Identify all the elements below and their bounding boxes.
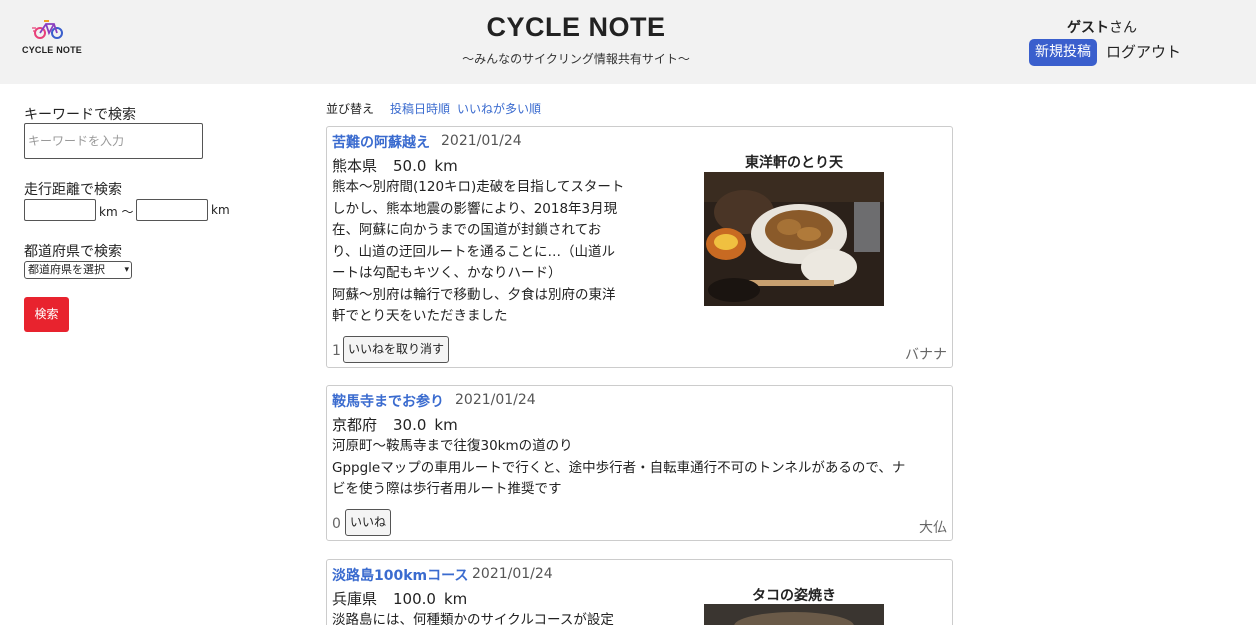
prefecture-search-label: 都道府県で検索 (24, 244, 122, 260)
post-title-link[interactable]: 淡路島100kmコース (332, 565, 468, 585)
search-button[interactable]: 検索 (24, 297, 69, 332)
post-card: 苦難の阿蘇越え 2021/01/24 熊本県 50.0 km 熊本〜別府間(120キ… (326, 126, 953, 368)
guest-name: ゲスト (1067, 20, 1109, 36)
post-photo (704, 172, 884, 306)
post-distance-unit: km (434, 416, 458, 434)
post-author[interactable]: 大仏 (919, 517, 947, 537)
post-distance: 50.0 (393, 157, 427, 175)
keyword-search-label: キーワードで検索 (24, 107, 136, 123)
post-meta: 熊本県 50.0 km (332, 155, 474, 176)
post-meta: 兵庫県 100.0 km (332, 588, 483, 609)
new-post-button[interactable]: 新規投稿 (1029, 39, 1097, 66)
post-prefecture: 京都府 (332, 416, 378, 434)
unlike-button[interactable]: いいねを取り消す (343, 336, 450, 363)
site-title: CYCLE NOTE (486, 12, 666, 42)
post-author[interactable]: バナナ (905, 344, 947, 364)
post-title-link[interactable]: 鞍馬寺までお参り (332, 391, 444, 411)
post-image-caption: タコの姿焼き (752, 588, 836, 604)
sort-by-likes-link[interactable]: いいねが多い順 (457, 100, 541, 117)
post-card: 鞍馬寺までお参り 2021/01/24 京都府 30.0 km 河原町〜鞍馬寺まで往… (326, 385, 953, 541)
guest-greeting: ゲストさん (1067, 17, 1137, 37)
post-date: 2021/01/24 (455, 392, 536, 408)
guest-suffix: さん (1109, 20, 1137, 36)
like-button[interactable]: いいね (345, 509, 392, 536)
chevron-down-icon: ▾ (124, 265, 129, 275)
logout-link[interactable]: ログアウト (1106, 39, 1181, 66)
site-header: CYCLE NOTE CYCLE NOTE 〜みんなのサイクリング情報共有サイト… (0, 0, 1256, 84)
sort-label: 並び替え (326, 102, 375, 116)
sort-by-date-link[interactable]: 投稿日時順 (390, 100, 450, 117)
post-distance: 30.0 (393, 416, 427, 434)
post-card: 淡路島100kmコース 2021/01/24 兵庫県 100.0 km 淡路島には、… (326, 559, 953, 625)
post-title-link[interactable]: 苦難の阿蘇越え (332, 132, 430, 152)
post-body: 河原町〜鞍馬寺まで往復30kmの道のり Gppgleマップの車用ルートで行くと、… (332, 438, 906, 497)
post-meta: 京都府 30.0 km (332, 414, 474, 435)
site-subtitle: 〜みんなのサイクリング情報共有サイト〜 (462, 52, 690, 66)
post-prefecture: 兵庫県 (332, 590, 378, 608)
prefecture-selected: 都道府県を選択 (28, 263, 105, 276)
post-distance-unit: km (434, 157, 458, 175)
distance-unit-mid: km 〜 (99, 205, 134, 219)
post-prefecture: 熊本県 (332, 157, 378, 175)
post-body: 淡路島には、何種類かのサイクルコースが設定 (332, 612, 614, 625)
distance-min-input[interactable] (24, 199, 96, 221)
post-distance-unit: km (443, 590, 468, 608)
food-photo (704, 172, 884, 306)
prefecture-select[interactable]: 都道府県を選択 ▾ (24, 261, 132, 279)
post-distance: 100.0 (393, 590, 436, 608)
like-count: 0 (332, 516, 341, 532)
like-count: 1 (332, 343, 341, 359)
keyword-input[interactable]: キーワードを入力 (24, 123, 203, 159)
post-photo (704, 604, 884, 625)
post-date: 2021/01/24 (472, 566, 553, 582)
post-date: 2021/01/24 (441, 133, 522, 149)
distance-search-label: 走行距離で検索 (24, 182, 122, 198)
post-image-caption: 東洋軒のとり天 (745, 155, 843, 171)
post-body: 熊本〜別府間(120キロ)走破を目指してスタート しかし、熊本地震の影響により、… (332, 179, 625, 324)
food-photo (704, 604, 884, 625)
distance-unit-end: km (211, 203, 230, 217)
distance-max-input[interactable] (136, 199, 208, 221)
